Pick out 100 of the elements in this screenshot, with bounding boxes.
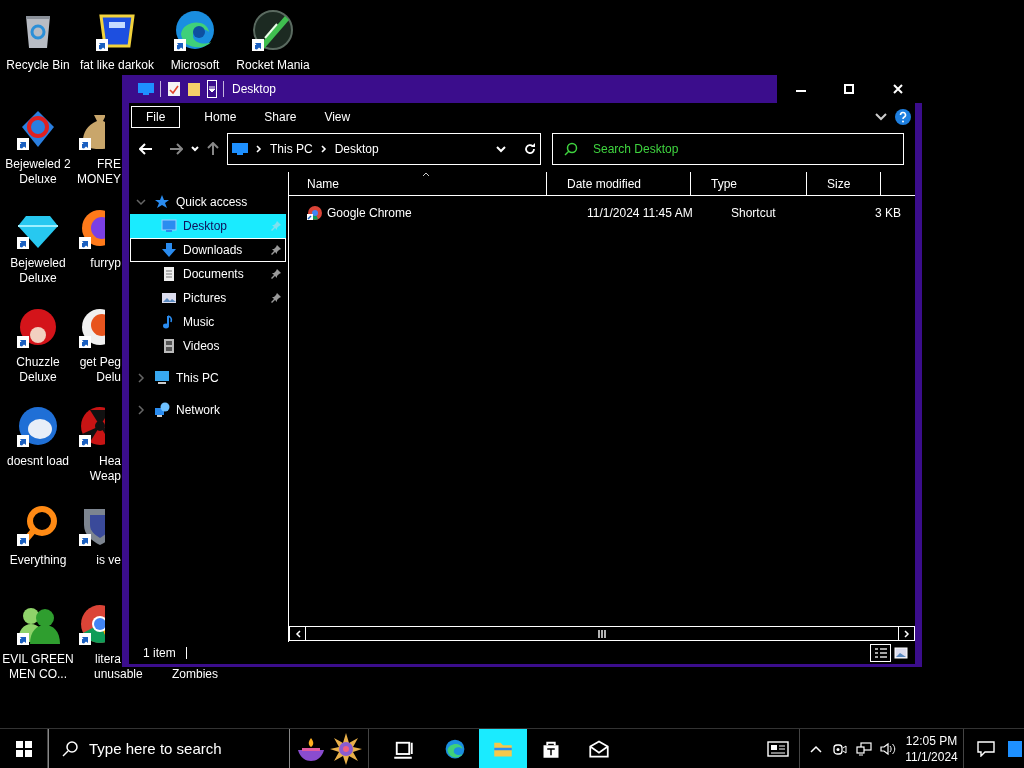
nav-item[interactable]: Videos bbox=[130, 334, 286, 358]
up-button[interactable] bbox=[207, 142, 219, 156]
picture-icon bbox=[894, 647, 908, 659]
refresh-button[interactable] bbox=[524, 143, 536, 155]
envelope-icon bbox=[16, 404, 60, 448]
up-arrow-icon bbox=[207, 142, 219, 156]
icon-label: EVIL GREEN MEN CO... bbox=[1, 652, 75, 682]
nav-item[interactable]: Network bbox=[130, 398, 287, 422]
chevron-right-icon bbox=[256, 145, 262, 153]
tiles-view-button[interactable] bbox=[891, 644, 911, 662]
icon-label: get Peg bbox=[79, 355, 122, 370]
film-icon bbox=[161, 338, 177, 354]
file-size: 3 KB bbox=[874, 205, 901, 222]
speech-bubble-icon bbox=[977, 740, 995, 757]
column-header[interactable]: Name bbox=[297, 172, 547, 196]
burst-icon bbox=[330, 732, 362, 765]
window-title: Desktop bbox=[232, 81, 277, 98]
search-icon bbox=[564, 142, 578, 156]
checklist-icon bbox=[167, 81, 181, 97]
icon-label: Bejeweled 2 Deluxe bbox=[4, 157, 72, 187]
chevron-right-icon bbox=[136, 373, 146, 383]
details-list-icon bbox=[873, 647, 888, 659]
forward-button[interactable] bbox=[169, 143, 183, 155]
column-header[interactable]: Size bbox=[817, 172, 881, 196]
nav-item[interactable]: Documents bbox=[130, 262, 286, 286]
nav-item[interactable]: This PC bbox=[130, 366, 287, 390]
clock[interactable]: 12:05 PM 11/1/2024 bbox=[900, 728, 964, 768]
back-button[interactable] bbox=[139, 143, 153, 155]
expand-ribbon-button[interactable] bbox=[875, 112, 887, 121]
icon-label: unusable bbox=[94, 667, 144, 682]
breadcrumb[interactable]: This PC bbox=[270, 140, 313, 158]
back-arrow-icon bbox=[139, 143, 153, 155]
icon-label: Rocket Mania bbox=[236, 58, 310, 73]
icon-label: litera bbox=[95, 652, 122, 667]
help-button[interactable] bbox=[895, 108, 911, 125]
column-header[interactable]: Date modified bbox=[557, 172, 691, 196]
file-menu-button[interactable]: File bbox=[131, 105, 181, 128]
chevron-right-icon bbox=[903, 629, 910, 638]
icon-label: Microsoft bbox=[170, 58, 220, 73]
details-view-button[interactable] bbox=[870, 644, 891, 662]
caret-icon bbox=[209, 86, 215, 92]
icon-label: furryp bbox=[90, 256, 122, 271]
nav-item[interactable]: Pictures bbox=[130, 286, 286, 310]
refresh-icon bbox=[524, 143, 536, 155]
taskbar-app[interactable] bbox=[479, 728, 527, 768]
chevron-down-icon bbox=[136, 198, 146, 206]
monitor-icon bbox=[161, 218, 177, 234]
chevron-down-icon bbox=[875, 112, 887, 121]
icon-label: Everything bbox=[9, 553, 67, 568]
icon-label: Zombies bbox=[172, 667, 218, 682]
icon-label: FRE bbox=[97, 157, 122, 172]
icon-label: is ve bbox=[96, 553, 122, 568]
star-icon bbox=[154, 194, 170, 210]
chevron-right-icon bbox=[320, 145, 327, 153]
ribbon-tab[interactable]: View bbox=[310, 105, 365, 128]
file-name: Google Chrome bbox=[327, 205, 413, 222]
forward-arrow-icon bbox=[169, 143, 183, 155]
search-field[interactable]: Search Desktop bbox=[552, 133, 904, 165]
file-type: Shortcut bbox=[731, 205, 777, 222]
column-header[interactable]: Type bbox=[701, 172, 807, 196]
help-icon bbox=[895, 108, 911, 125]
horizontal-scrollbar[interactable] bbox=[289, 626, 915, 641]
address-bar[interactable]: This PC Desktop bbox=[227, 133, 541, 165]
envelope-icon bbox=[589, 738, 609, 759]
icon-label: doesnt load bbox=[6, 454, 70, 469]
icon-label: fat like darkok bbox=[79, 58, 154, 73]
chevron-left-icon bbox=[294, 629, 301, 638]
download-arrow-icon bbox=[161, 242, 177, 258]
chevron-up-icon bbox=[810, 744, 822, 753]
nav-item[interactable]: Downloads bbox=[130, 238, 286, 262]
monitor-icon bbox=[1008, 740, 1022, 757]
computer-icon bbox=[154, 370, 170, 386]
taskbar-search-field[interactable]: Type here to search bbox=[48, 728, 290, 768]
folder-icon bbox=[187, 81, 201, 97]
picture-icon bbox=[161, 290, 177, 306]
document-icon bbox=[161, 266, 177, 282]
nav-item[interactable]: Desktop bbox=[130, 214, 286, 238]
file-date: 11/1/2024 11:45 AM bbox=[587, 205, 694, 222]
nav-item[interactable]: Music bbox=[130, 310, 286, 334]
monitor-icon bbox=[138, 82, 154, 96]
close-icon bbox=[892, 84, 903, 94]
address-dropdown-button[interactable] bbox=[496, 145, 506, 153]
icon-label: MONEY bbox=[77, 172, 122, 187]
maximize-icon bbox=[844, 84, 855, 94]
ribbon-tab[interactable]: Home bbox=[190, 105, 251, 128]
swirl-icon bbox=[173, 8, 217, 52]
search-icon bbox=[62, 740, 78, 757]
recent-locations-button[interactable] bbox=[191, 146, 199, 152]
speaker-icon bbox=[880, 741, 896, 756]
chevron-right-icon bbox=[136, 405, 146, 415]
network-icon bbox=[154, 402, 170, 418]
customize-toolbar-button[interactable] bbox=[207, 80, 217, 98]
shortcut-file-icon bbox=[307, 205, 323, 221]
windows-logo-icon bbox=[15, 740, 32, 757]
breadcrumb[interactable]: Desktop bbox=[334, 140, 379, 158]
icon-label: Weap bbox=[89, 469, 122, 484]
icon-label: Bejeweled Deluxe bbox=[9, 256, 67, 286]
nav-item[interactable]: Quick access bbox=[130, 190, 287, 214]
monitor-icon bbox=[232, 142, 248, 156]
ribbon-tab[interactable]: Share bbox=[250, 105, 311, 128]
